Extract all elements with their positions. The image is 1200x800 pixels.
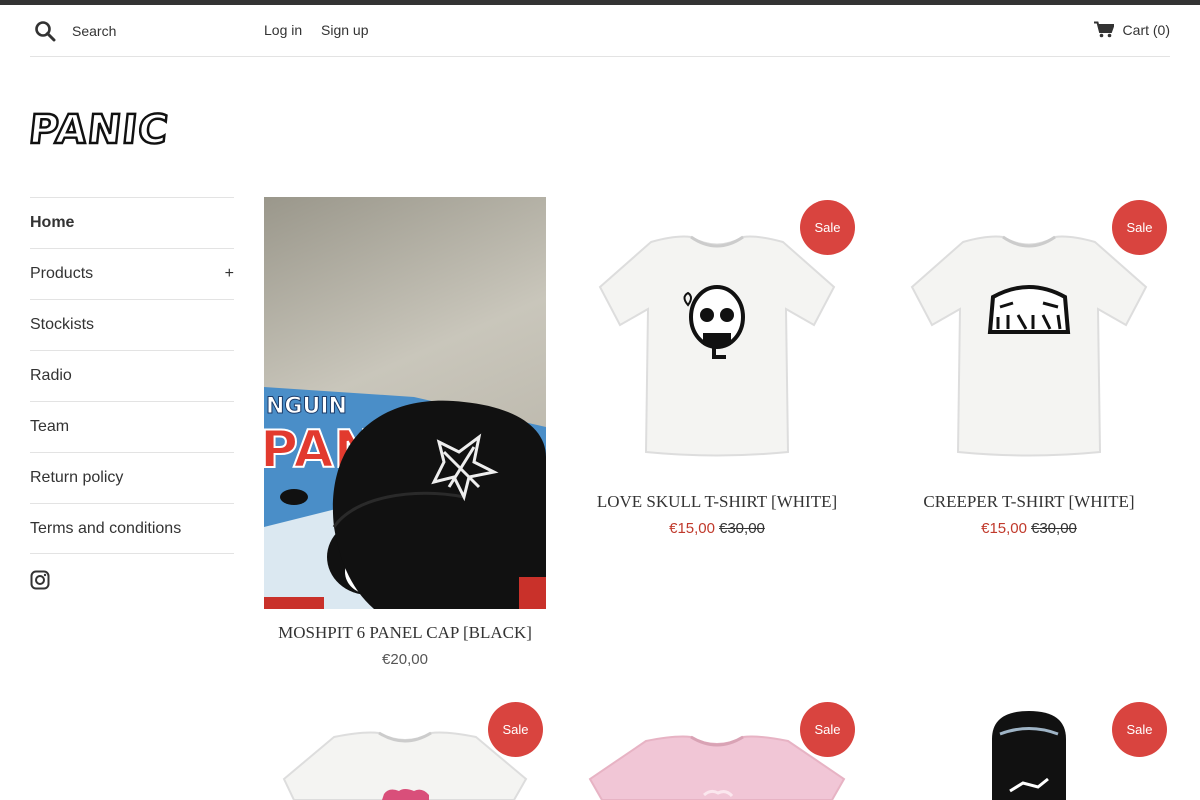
- product-title[interactable]: CREEPER T-SHIRT [WHITE]: [888, 492, 1170, 512]
- product-card[interactable]: Sale CREEPER T-SHIRT [WHITE] €15,00 €30,0…: [888, 197, 1170, 537]
- instagram-icon[interactable]: [30, 570, 50, 590]
- sidebar-item-radio[interactable]: Radio: [30, 350, 234, 401]
- product-title[interactable]: MOSHPIT 6 PANEL CAP [BLACK]: [264, 623, 546, 643]
- sale-badge: Sale: [1112, 200, 1167, 255]
- sale-badge: Sale: [800, 200, 855, 255]
- svg-text:NGUIN: NGUIN: [266, 394, 347, 419]
- sidebar-item-home[interactable]: Home: [30, 197, 234, 248]
- product-card[interactable]: Sale: [888, 699, 1170, 800]
- product-price: €20,00: [382, 651, 428, 668]
- sidebar-item-team[interactable]: Team: [30, 401, 234, 452]
- header: Log in Sign up Cart (0): [30, 5, 1170, 57]
- product-image: NGUIN PAN: [264, 197, 546, 609]
- product-price: €15,00 €30,00: [888, 520, 1170, 537]
- sidebar-item-label: Stockists: [30, 316, 95, 333]
- cart-link[interactable]: Cart (0): [1093, 21, 1170, 38]
- sale-badge: Sale: [488, 702, 543, 757]
- sale-badge: Sale: [800, 702, 855, 757]
- sidebar-nav: Home Products + Stockists Radio Team Retu…: [30, 197, 234, 554]
- product-card[interactable]: Sale: [576, 699, 858, 800]
- cart-icon: [1093, 21, 1114, 38]
- svg-text:PANIC: PANIC: [30, 107, 171, 151]
- sidebar-item-label: Return policy: [30, 469, 124, 486]
- sale-price: €15,00: [981, 520, 1027, 537]
- product-card[interactable]: Sale LOVE SKULL T-SHIRT [WHITE] €15,00 €3…: [576, 197, 858, 537]
- sidebar-item-label: Radio: [30, 367, 72, 384]
- expand-icon[interactable]: +: [225, 265, 234, 283]
- sidebar-item-label: Home: [30, 214, 75, 231]
- cart-label: Cart (0): [1122, 21, 1170, 38]
- sidebar-item-label: Team: [30, 418, 70, 435]
- sidebar-item-terms[interactable]: Terms and conditions: [30, 503, 234, 554]
- sidebar-item-label: Products: [30, 265, 94, 282]
- product-card[interactable]: NGUIN PAN MOSHPIT 6 PANEL CAP [BLACK] €2…: [264, 197, 546, 668]
- original-price: €30,00: [719, 520, 765, 537]
- sidebar-item-return-policy[interactable]: Return policy: [30, 452, 234, 503]
- sidebar-item-products[interactable]: Products +: [30, 248, 234, 299]
- product-card[interactable]: Sale: [264, 699, 546, 800]
- sidebar-item-label: Terms and conditions: [30, 519, 182, 537]
- sale-price: €15,00: [669, 520, 715, 537]
- sale-badge: Sale: [1112, 702, 1167, 757]
- login-link[interactable]: Log in: [264, 22, 302, 38]
- search-icon[interactable]: [34, 20, 56, 42]
- product-title[interactable]: LOVE SKULL T-SHIRT [WHITE]: [576, 492, 858, 512]
- panic-logo[interactable]: PANIC: [30, 103, 198, 151]
- signup-link[interactable]: Sign up: [321, 22, 368, 38]
- original-price: €30,00: [1031, 520, 1077, 537]
- search-input[interactable]: [72, 19, 252, 43]
- sidebar-item-stockists[interactable]: Stockists: [30, 299, 234, 350]
- product-price: €15,00 €30,00: [576, 520, 858, 537]
